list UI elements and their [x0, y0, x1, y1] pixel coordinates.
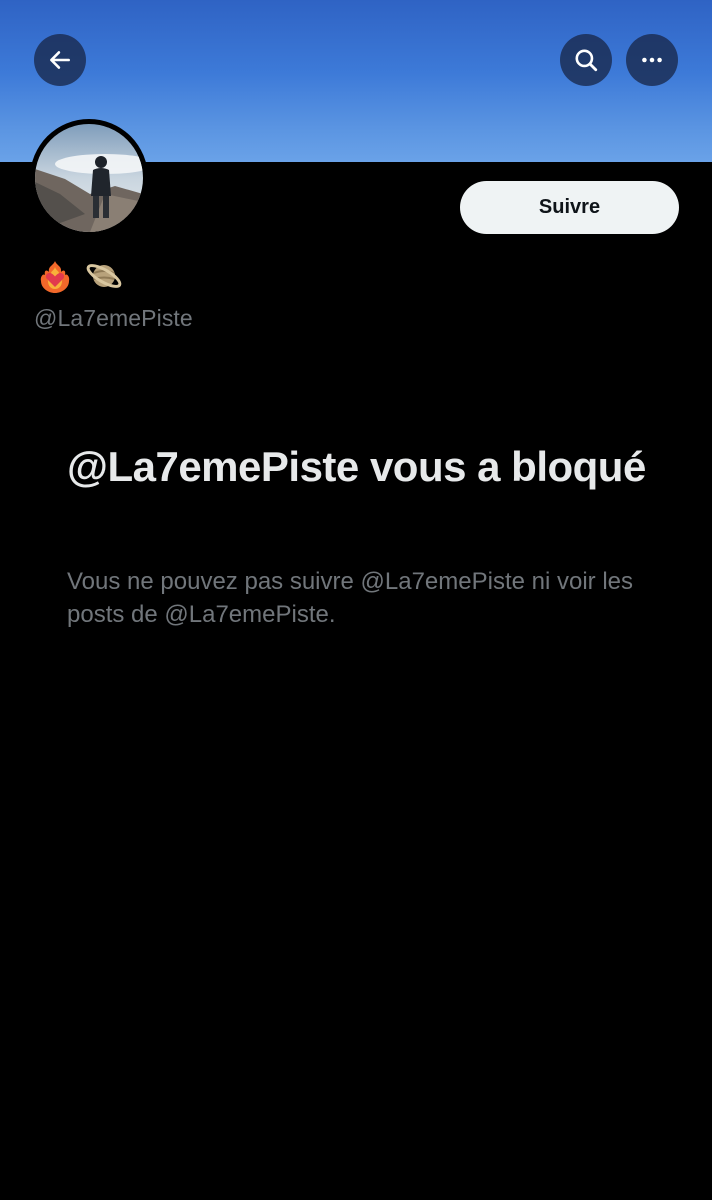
ringed-planet-icon	[84, 256, 124, 296]
back-button[interactable]	[34, 34, 86, 86]
blocked-title: @La7emePiste vous a bloqué	[67, 443, 646, 490]
heart-on-fire-icon	[36, 257, 74, 295]
more-options-button[interactable]	[626, 34, 678, 86]
avatar-photo	[35, 124, 143, 232]
search-icon	[573, 47, 599, 73]
search-button[interactable]	[560, 34, 612, 86]
avatar[interactable]	[30, 119, 148, 237]
more-horizontal-icon	[639, 47, 665, 73]
arrow-left-icon	[47, 47, 73, 73]
display-name	[36, 256, 124, 296]
blocked-description: Vous ne pouvez pas suivre @La7emePiste n…	[67, 568, 634, 628]
follow-button[interactable]: Suivre	[460, 181, 679, 234]
profile-handle: @La7emePiste	[34, 305, 193, 331]
